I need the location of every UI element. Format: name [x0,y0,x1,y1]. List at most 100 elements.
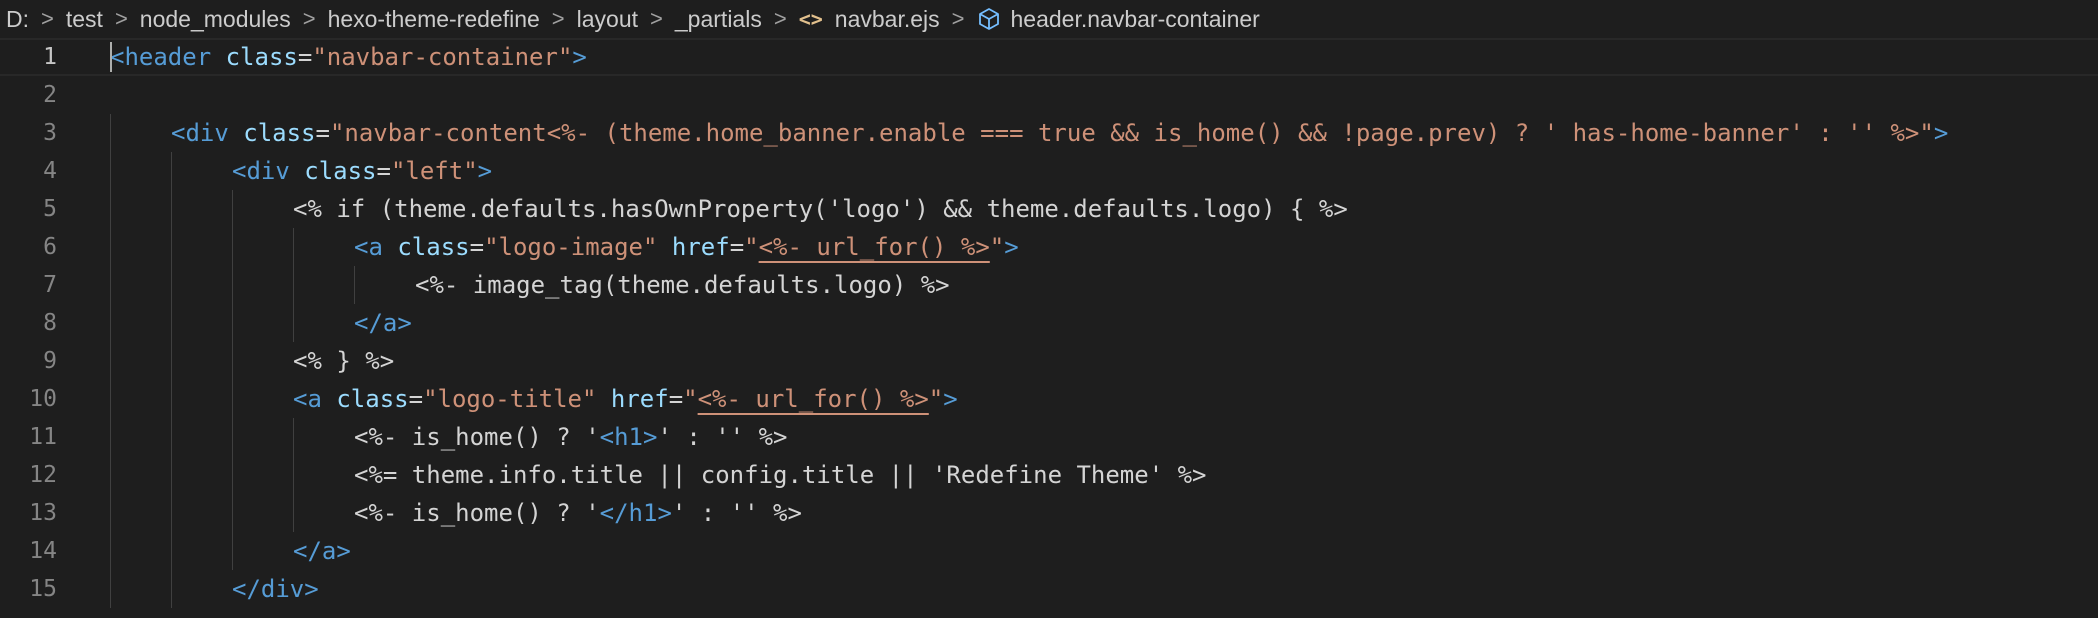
code-token: <header [110,43,212,71]
code-token: <%- image_tag(theme.defaults.logo) %> [415,271,950,299]
indent-guide [232,228,233,266]
indent-guide [171,342,172,380]
indent-guide [110,380,111,418]
indent-guide [110,532,111,570]
code-text: <div class="navbar-content<%- (theme.hom… [171,114,1948,152]
code-token: " [683,385,698,413]
line-number: 10 [29,386,57,412]
code-token: "logo-image" [484,233,658,261]
code-line[interactable]: 9 <% } %> [0,342,2098,380]
code-text: <a class="logo-title" href="<%- url_for(… [293,380,958,418]
indent-guide [110,152,111,190]
indent-guide [232,456,233,494]
breadcrumb-label: _partials [674,5,762,32]
line-number: 9 [43,348,57,374]
code-token: = [376,157,391,185]
indent-guide [171,570,172,608]
chevron-right-icon: > [114,6,128,31]
code-line[interactable]: 3 <div class="navbar-content<%- (theme.ho… [0,114,2098,152]
indent-guide [171,152,172,190]
code-token: class [304,157,377,185]
code-line[interactable]: 7 <%- image_tag(theme.defaults.logo) %> [0,266,2098,304]
breadcrumb-label: header.navbar-container [1010,5,1260,32]
line-number: 4 [43,158,57,184]
breadcrumb-folder-theme[interactable]: hexo-theme-redefine [328,6,540,33]
breadcrumb-file[interactable]: <> navbar.ejs [799,6,940,33]
code-token: </div> [232,575,319,603]
code-token: = [297,43,313,71]
indent-guide [293,456,294,494]
breadcrumb-folder-node-modules[interactable]: node_modules [140,6,291,33]
breadcrumb-drive[interactable]: D: [6,6,29,33]
code-token: > [477,157,493,185]
code-text: <header class="navbar-container"> [110,38,587,76]
indent-guide [171,304,172,342]
code-token: <%- is_home() ? ' [354,499,600,527]
indent-guide [110,418,111,456]
indent-guide [110,190,111,228]
code-line[interactable]: 6 <a class="logo-image" href="<%- url_for… [0,228,2098,266]
code-token: "left" [390,157,478,185]
code-line[interactable]: 11 <%- is_home() ? '<h1>' : '' %> [0,418,2098,456]
indent-guide [110,494,111,532]
indent-guide [232,304,233,342]
code-text: </div> [232,570,319,608]
code-token: > [572,43,587,71]
code-token: class [397,233,470,261]
code-token: = [469,233,485,261]
code-line[interactable]: 10 <a class="logo-title" href="<%- url_fo… [0,380,2098,418]
code-line[interactable]: 5 <% if (theme.defaults.hasOwnProperty('l… [0,190,2098,228]
chevron-right-icon: > [951,6,965,31]
code-token: <%- url_for() %> [697,385,929,413]
code-token: = [668,385,684,413]
code-text: <%- is_home() ? '<h1>' : '' %> [354,418,787,456]
text-cursor [110,42,112,72]
line-number: 14 [29,538,57,564]
code-token: = [315,119,330,147]
line-number: 2 [43,82,57,108]
code-token: = [408,385,424,413]
line-number: 5 [43,196,57,222]
breadcrumb-symbol[interactable]: header.navbar-container [977,6,1260,33]
line-number: 13 [29,500,57,526]
code-editor[interactable]: 1 <header class="navbar-container"> 2 3 <div… [0,38,2098,608]
code-text: </a> [293,532,351,570]
line-number: 15 [29,576,57,602]
breadcrumb-label: layout [576,5,639,32]
indent-guide [354,266,355,304]
indent-guide [171,266,172,304]
code-token: <%= theme.info.title || config.title || … [354,461,1207,489]
indent-guide [110,114,111,152]
breadcrumb-label: test [65,5,103,32]
code-token: </a> [354,309,412,337]
code-line[interactable]: 8 </a> [0,304,2098,342]
code-token: class [225,43,298,71]
indent-guide [110,570,111,608]
code-line[interactable]: 15 </div> [0,570,2098,608]
indent-guide [171,228,172,266]
code-token: <a [354,233,383,261]
code-line[interactable]: 4 <div class="left"> [0,152,2098,190]
code-line[interactable]: 12 <%= theme.info.title || config.title |… [0,456,2098,494]
indent-guide [293,228,294,266]
code-line[interactable]: 14 </a> [0,532,2098,570]
code-line[interactable]: 13 <%- is_home() ? '</h1>' : '' %> [0,494,2098,532]
indent-guide [110,304,111,342]
indent-guide [232,532,233,570]
code-token: " [744,233,759,261]
code-token: <h1> [599,423,658,451]
indent-guide [171,456,172,494]
breadcrumb-label: D: [6,5,29,32]
indent-guide [232,190,233,228]
code-line[interactable]: 1 <header class="navbar-container"> [0,38,2098,76]
breadcrumb-folder-layout[interactable]: layout [577,6,638,33]
line-number: 1 [43,44,57,70]
breadcrumb-folder-test[interactable]: test [66,6,103,33]
indent-guide [171,190,172,228]
code-line[interactable]: 2 [0,76,2098,114]
breadcrumb-folder-partials[interactable]: _partials [675,6,762,33]
code-text: </a> [354,304,412,342]
